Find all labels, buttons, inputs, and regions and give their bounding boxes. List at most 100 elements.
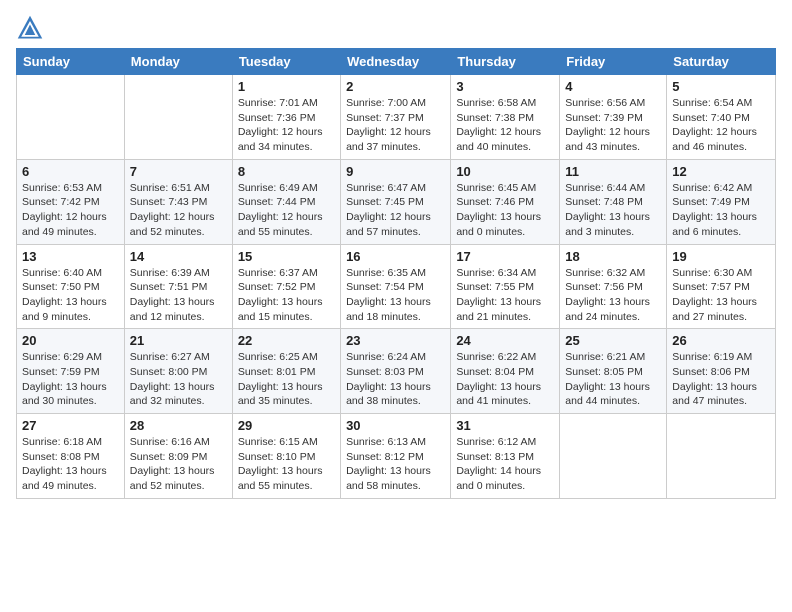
calendar-header-friday: Friday bbox=[560, 49, 667, 75]
page: SundayMondayTuesdayWednesdayThursdayFrid… bbox=[0, 0, 792, 612]
day-number: 1 bbox=[238, 79, 335, 94]
day-number: 18 bbox=[565, 249, 661, 264]
calendar-cell: 14 Sunrise: 6:39 AM Sunset: 7:51 PM Dayli… bbox=[124, 244, 232, 329]
day-number: 7 bbox=[130, 164, 227, 179]
day-number: 3 bbox=[456, 79, 554, 94]
day-info: Sunrise: 6:45 AM Sunset: 7:46 PM Dayligh… bbox=[456, 181, 554, 240]
calendar-cell: 15Sunrise: 6:37 AM Sunset: 7:52 PM Dayli… bbox=[232, 244, 340, 329]
day-info: Sunrise: 6:49 AM Sunset: 7:44 PM Dayligh… bbox=[238, 181, 335, 240]
day-info: Sunrise: 6:51 AM Sunset: 7:43 PM Dayligh… bbox=[130, 181, 227, 240]
calendar-cell bbox=[667, 414, 776, 499]
calendar-cell: 16 Sunrise: 6:35 AM Sunset: 7:54 PM Dayli… bbox=[341, 244, 451, 329]
header bbox=[16, 10, 776, 42]
calendar-cell: 20Sunrise: 6:29 AM Sunset: 7:59 PM Dayli… bbox=[17, 329, 125, 414]
calendar-week-row: 27 Sunrise: 6:18 AM Sunset: 8:08 PM Dayli… bbox=[17, 414, 776, 499]
day-info: Sunrise: 6:24 AM Sunset: 8:03 PM Dayligh… bbox=[346, 350, 445, 409]
day-info: Sunrise: 6:35 AM Sunset: 7:54 PM Dayligh… bbox=[346, 266, 445, 325]
day-number: 27 bbox=[22, 418, 119, 433]
calendar-cell: 23 Sunrise: 6:24 AM Sunset: 8:03 PM Dayli… bbox=[341, 329, 451, 414]
calendar-cell: 11 Sunrise: 6:44 AM Sunset: 7:48 PM Dayli… bbox=[560, 159, 667, 244]
day-info: Sunrise: 7:01 AM Sunset: 7:36 PM Dayligh… bbox=[238, 96, 335, 155]
day-number: 17 bbox=[456, 249, 554, 264]
calendar-cell: 5 Sunrise: 6:54 AM Sunset: 7:40 PM Daylig… bbox=[667, 75, 776, 160]
logo-icon bbox=[16, 14, 44, 42]
calendar-week-row: 13 Sunrise: 6:40 AM Sunset: 7:50 PM Dayli… bbox=[17, 244, 776, 329]
day-info: Sunrise: 6:47 AM Sunset: 7:45 PM Dayligh… bbox=[346, 181, 445, 240]
calendar-cell: 1 Sunrise: 7:01 AM Sunset: 7:36 PM Daylig… bbox=[232, 75, 340, 160]
day-number: 6 bbox=[22, 164, 119, 179]
calendar-cell: 8 Sunrise: 6:49 AM Sunset: 7:44 PM Daylig… bbox=[232, 159, 340, 244]
calendar-cell: 26 Sunrise: 6:19 AM Sunset: 8:06 PM Dayli… bbox=[667, 329, 776, 414]
calendar-cell: 30 Sunrise: 6:13 AM Sunset: 8:12 PM Dayli… bbox=[341, 414, 451, 499]
day-number: 13 bbox=[22, 249, 119, 264]
calendar-header-sunday: Sunday bbox=[17, 49, 125, 75]
day-info: Sunrise: 6:12 AM Sunset: 8:13 PM Dayligh… bbox=[456, 435, 554, 494]
day-number: 20 bbox=[22, 333, 119, 348]
calendar-cell: 21 Sunrise: 6:27 AM Sunset: 8:00 PM Dayli… bbox=[124, 329, 232, 414]
day-number: 16 bbox=[346, 249, 445, 264]
day-info: Sunrise: 6:22 AM Sunset: 8:04 PM Dayligh… bbox=[456, 350, 554, 409]
calendar-cell: 31 Sunrise: 6:12 AM Sunset: 8:13 PM Dayli… bbox=[451, 414, 560, 499]
calendar-cell: 25Sunrise: 6:21 AM Sunset: 8:05 PM Dayli… bbox=[560, 329, 667, 414]
day-info: Sunrise: 6:39 AM Sunset: 7:51 PM Dayligh… bbox=[130, 266, 227, 325]
day-number: 10 bbox=[456, 164, 554, 179]
logo bbox=[16, 14, 48, 42]
calendar-header-saturday: Saturday bbox=[667, 49, 776, 75]
calendar-cell: 22 Sunrise: 6:25 AM Sunset: 8:01 PM Dayli… bbox=[232, 329, 340, 414]
day-info: Sunrise: 6:32 AM Sunset: 7:56 PM Dayligh… bbox=[565, 266, 661, 325]
calendar-cell: 29Sunrise: 6:15 AM Sunset: 8:10 PM Dayli… bbox=[232, 414, 340, 499]
day-number: 24 bbox=[456, 333, 554, 348]
calendar-cell: 24 Sunrise: 6:22 AM Sunset: 8:04 PM Dayli… bbox=[451, 329, 560, 414]
day-number: 29 bbox=[238, 418, 335, 433]
day-info: Sunrise: 6:13 AM Sunset: 8:12 PM Dayligh… bbox=[346, 435, 445, 494]
day-info: Sunrise: 6:40 AM Sunset: 7:50 PM Dayligh… bbox=[22, 266, 119, 325]
day-info: Sunrise: 6:27 AM Sunset: 8:00 PM Dayligh… bbox=[130, 350, 227, 409]
day-info: Sunrise: 6:34 AM Sunset: 7:55 PM Dayligh… bbox=[456, 266, 554, 325]
day-number: 8 bbox=[238, 164, 335, 179]
day-number: 22 bbox=[238, 333, 335, 348]
day-number: 4 bbox=[565, 79, 661, 94]
calendar-cell: 17 Sunrise: 6:34 AM Sunset: 7:55 PM Dayli… bbox=[451, 244, 560, 329]
calendar-cell: 18 Sunrise: 6:32 AM Sunset: 7:56 PM Dayli… bbox=[560, 244, 667, 329]
calendar-cell bbox=[560, 414, 667, 499]
calendar-cell: 9Sunrise: 6:47 AM Sunset: 7:45 PM Daylig… bbox=[341, 159, 451, 244]
day-number: 25 bbox=[565, 333, 661, 348]
calendar-header-tuesday: Tuesday bbox=[232, 49, 340, 75]
calendar-cell: 19Sunrise: 6:30 AM Sunset: 7:57 PM Dayli… bbox=[667, 244, 776, 329]
calendar-week-row: 20Sunrise: 6:29 AM Sunset: 7:59 PM Dayli… bbox=[17, 329, 776, 414]
day-number: 31 bbox=[456, 418, 554, 433]
calendar-cell: 12 Sunrise: 6:42 AM Sunset: 7:49 PM Dayli… bbox=[667, 159, 776, 244]
calendar-cell: 4Sunrise: 6:56 AM Sunset: 7:39 PM Daylig… bbox=[560, 75, 667, 160]
calendar-header-row: SundayMondayTuesdayWednesdayThursdayFrid… bbox=[17, 49, 776, 75]
day-number: 23 bbox=[346, 333, 445, 348]
day-info: Sunrise: 6:44 AM Sunset: 7:48 PM Dayligh… bbox=[565, 181, 661, 240]
day-number: 21 bbox=[130, 333, 227, 348]
day-number: 14 bbox=[130, 249, 227, 264]
day-info: Sunrise: 7:00 AM Sunset: 7:37 PM Dayligh… bbox=[346, 96, 445, 155]
calendar-header-thursday: Thursday bbox=[451, 49, 560, 75]
day-number: 26 bbox=[672, 333, 770, 348]
calendar-header-monday: Monday bbox=[124, 49, 232, 75]
day-info: Sunrise: 6:54 AM Sunset: 7:40 PM Dayligh… bbox=[672, 96, 770, 155]
day-info: Sunrise: 6:16 AM Sunset: 8:09 PM Dayligh… bbox=[130, 435, 227, 494]
day-number: 30 bbox=[346, 418, 445, 433]
day-number: 12 bbox=[672, 164, 770, 179]
calendar-header-wednesday: Wednesday bbox=[341, 49, 451, 75]
calendar-cell: 2 Sunrise: 7:00 AM Sunset: 7:37 PM Daylig… bbox=[341, 75, 451, 160]
calendar-table: SundayMondayTuesdayWednesdayThursdayFrid… bbox=[16, 48, 776, 499]
day-info: Sunrise: 6:19 AM Sunset: 8:06 PM Dayligh… bbox=[672, 350, 770, 409]
day-info: Sunrise: 6:58 AM Sunset: 7:38 PM Dayligh… bbox=[456, 96, 554, 155]
calendar-week-row: 1 Sunrise: 7:01 AM Sunset: 7:36 PM Daylig… bbox=[17, 75, 776, 160]
calendar-cell bbox=[124, 75, 232, 160]
calendar-cell: 28 Sunrise: 6:16 AM Sunset: 8:09 PM Dayli… bbox=[124, 414, 232, 499]
calendar-cell bbox=[17, 75, 125, 160]
day-number: 5 bbox=[672, 79, 770, 94]
day-info: Sunrise: 6:25 AM Sunset: 8:01 PM Dayligh… bbox=[238, 350, 335, 409]
day-number: 28 bbox=[130, 418, 227, 433]
day-info: Sunrise: 6:42 AM Sunset: 7:49 PM Dayligh… bbox=[672, 181, 770, 240]
day-number: 2 bbox=[346, 79, 445, 94]
day-info: Sunrise: 6:18 AM Sunset: 8:08 PM Dayligh… bbox=[22, 435, 119, 494]
day-number: 11 bbox=[565, 164, 661, 179]
day-number: 19 bbox=[672, 249, 770, 264]
calendar-cell: 6Sunrise: 6:53 AM Sunset: 7:42 PM Daylig… bbox=[17, 159, 125, 244]
